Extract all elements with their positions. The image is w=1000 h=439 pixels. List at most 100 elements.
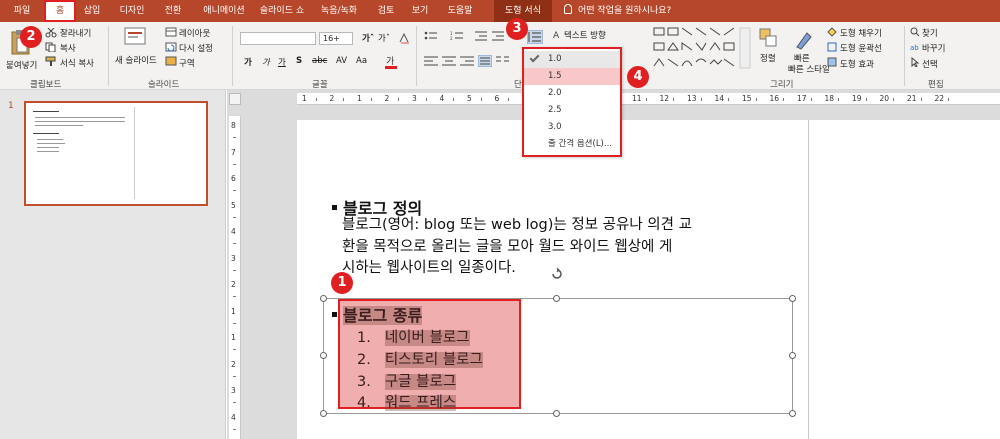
line-spacing-option-2-0[interactable]: 2.0 bbox=[524, 85, 620, 102]
grow-font-icon[interactable]: 가ˆ bbox=[362, 32, 374, 44]
align-left-icon[interactable] bbox=[424, 56, 438, 66]
resize-handle-br[interactable] bbox=[789, 410, 796, 417]
para-line-1[interactable]: 블로그(영어: blog 또는 web log)는 정보 공유나 의견 교 bbox=[342, 215, 692, 236]
bullets-icon[interactable] bbox=[424, 31, 438, 41]
line-spacing-option-1-0[interactable]: 1.0 bbox=[524, 51, 620, 68]
reset-button[interactable]: 다시 설정 bbox=[179, 42, 213, 54]
list-item[interactable]: 4. 워드 프레스 bbox=[357, 391, 457, 412]
heading-blog-types[interactable]: 블로그 종류 bbox=[332, 302, 423, 326]
list-item[interactable]: 3. 구글 블로그 bbox=[357, 370, 457, 391]
font-color-icon[interactable]: 가 bbox=[384, 55, 398, 69]
arrange-icon[interactable] bbox=[758, 27, 780, 51]
list-num: 2. bbox=[357, 352, 371, 368]
format-painter-button[interactable]: 서식 복사 bbox=[60, 57, 94, 69]
ruler-tick bbox=[233, 375, 236, 377]
tab-design[interactable]: 디자인 bbox=[112, 0, 152, 22]
list-text: 구글 블로그 bbox=[384, 374, 457, 390]
shrink-font-icon[interactable]: 가ˇ bbox=[378, 32, 390, 44]
ruler-tick bbox=[645, 98, 647, 101]
columns-icon[interactable] bbox=[496, 56, 510, 66]
list-item[interactable]: 2. 티스토리 블로그 bbox=[357, 348, 483, 369]
clear-format-icon[interactable] bbox=[398, 32, 410, 44]
tab-insert[interactable]: 삽입 bbox=[78, 0, 106, 22]
section-button[interactable]: 구역 bbox=[179, 57, 195, 69]
underline-icon[interactable]: 가 bbox=[278, 56, 286, 68]
tab-file[interactable]: 파일 bbox=[0, 0, 44, 22]
find-button[interactable]: 찾기 bbox=[922, 27, 938, 39]
shape-outline-button[interactable]: 도형 윤곽선 bbox=[840, 42, 882, 54]
bold-icon[interactable]: 가 bbox=[244, 56, 252, 68]
resize-handle-tl[interactable] bbox=[320, 295, 327, 302]
ruler-number: 4 bbox=[439, 94, 445, 103]
tab-help[interactable]: 도움말 bbox=[440, 0, 480, 22]
shapes-gallery[interactable] bbox=[652, 26, 752, 72]
layout-button[interactable]: 레이아웃 bbox=[179, 27, 210, 39]
text-direction-button[interactable]: 텍스트 방향 bbox=[564, 29, 606, 41]
line-spacing-option-2-5[interactable]: 2.5 bbox=[524, 102, 620, 119]
line-spacing-option-3-0[interactable]: 3.0 bbox=[524, 119, 620, 136]
group-separator bbox=[416, 26, 417, 86]
font-size-box[interactable]: 16+ bbox=[319, 32, 353, 45]
shape-effects-button[interactable]: 도형 효과 bbox=[840, 58, 874, 70]
tab-slideshow[interactable]: 슬라이드 쇼 bbox=[256, 0, 308, 22]
ruler-number: 19 bbox=[852, 94, 862, 103]
copy-button[interactable]: 복사 bbox=[60, 42, 76, 54]
italic-icon[interactable]: 가 bbox=[262, 56, 270, 68]
font-name-box[interactable] bbox=[240, 32, 316, 45]
line-spacing-options-link[interactable]: 줄 간격 옵션(L)... bbox=[524, 136, 620, 153]
tab-animations[interactable]: 애니메이션 bbox=[196, 0, 252, 22]
resize-handle-bm[interactable] bbox=[553, 410, 560, 417]
ruler-number: 6 bbox=[494, 94, 500, 103]
rotate-handle-icon[interactable] bbox=[550, 267, 564, 281]
quick-styles-icon[interactable] bbox=[793, 27, 815, 51]
tab-home[interactable]: 홈 bbox=[44, 0, 76, 22]
tab-transitions[interactable]: 전환 bbox=[158, 0, 188, 22]
change-case-icon[interactable]: Aa bbox=[356, 56, 367, 66]
strikethrough-icon[interactable]: abc bbox=[312, 56, 327, 66]
line-spacing-option-1-5[interactable]: 1.5 bbox=[524, 68, 620, 85]
new-slide-button[interactable]: 새 슬라이드 bbox=[115, 54, 157, 66]
tab-view[interactable]: 보기 bbox=[406, 0, 434, 22]
char-spacing-icon[interactable]: AV bbox=[336, 56, 347, 66]
numbering-icon[interactable]: 12 bbox=[450, 31, 464, 41]
step-marker-1: 1 bbox=[331, 272, 353, 294]
align-right-icon[interactable] bbox=[460, 56, 474, 66]
text-direction-icon: A bbox=[553, 31, 560, 40]
ruler-tick bbox=[425, 98, 427, 101]
ruler-number: 5 bbox=[467, 94, 472, 103]
resize-handle-tr[interactable] bbox=[789, 295, 796, 302]
resize-handle-tm[interactable] bbox=[553, 295, 560, 302]
slide-thumbnail[interactable] bbox=[24, 101, 208, 206]
tab-shape-format[interactable]: 도형 서식 bbox=[494, 0, 552, 22]
resize-handle-ml[interactable] bbox=[320, 352, 327, 359]
resize-handle-bl[interactable] bbox=[320, 410, 327, 417]
ruler-tick bbox=[948, 98, 950, 101]
decrease-indent-icon[interactable] bbox=[475, 31, 487, 41]
ruler-number: 22 bbox=[934, 94, 945, 103]
resize-handle-mr[interactable] bbox=[789, 352, 796, 359]
shape-fill-button[interactable]: 도형 채우기 bbox=[840, 27, 882, 39]
align-center-icon[interactable] bbox=[442, 56, 456, 66]
arrange-button[interactable]: 정렬 bbox=[760, 52, 776, 64]
tell-me-box[interactable]: 어떤 작업을 원하시나요? bbox=[564, 0, 671, 22]
ruler-number: 20 bbox=[879, 94, 890, 103]
vertical-ruler: 8 7 6 5 4 3 2 1 1 2 3 4 bbox=[229, 116, 241, 439]
horizontal-ruler: 1212345678910111213141516171819202122 bbox=[297, 93, 1000, 105]
select-button[interactable]: 선택 bbox=[922, 58, 938, 70]
increase-indent-icon[interactable] bbox=[492, 31, 504, 41]
para-line-3[interactable]: 시하는 웹사이트의 일종이다. bbox=[342, 258, 516, 279]
justify-icon[interactable] bbox=[478, 55, 492, 67]
replace-button[interactable]: 바꾸기 bbox=[922, 42, 945, 54]
thumb-line bbox=[35, 121, 125, 122]
paste-button[interactable]: 붙여넣기 bbox=[6, 59, 37, 71]
tab-review[interactable]: 검토 bbox=[372, 0, 400, 22]
new-slide-icon[interactable] bbox=[124, 26, 148, 52]
cut-button[interactable]: 잘라내기 bbox=[60, 27, 91, 39]
para-line-2[interactable]: 환을 목적으로 올리는 글을 모아 월드 와이드 웹상에 게 bbox=[342, 237, 672, 258]
shadow-icon[interactable]: S bbox=[296, 56, 302, 66]
list-item[interactable]: 1. 네이버 블로그 bbox=[357, 326, 470, 347]
line-spacing-icon[interactable] bbox=[527, 30, 543, 44]
group-separator bbox=[232, 26, 233, 86]
tab-recording[interactable]: 녹음/녹화 bbox=[312, 0, 366, 22]
ruler-tick bbox=[233, 296, 236, 298]
